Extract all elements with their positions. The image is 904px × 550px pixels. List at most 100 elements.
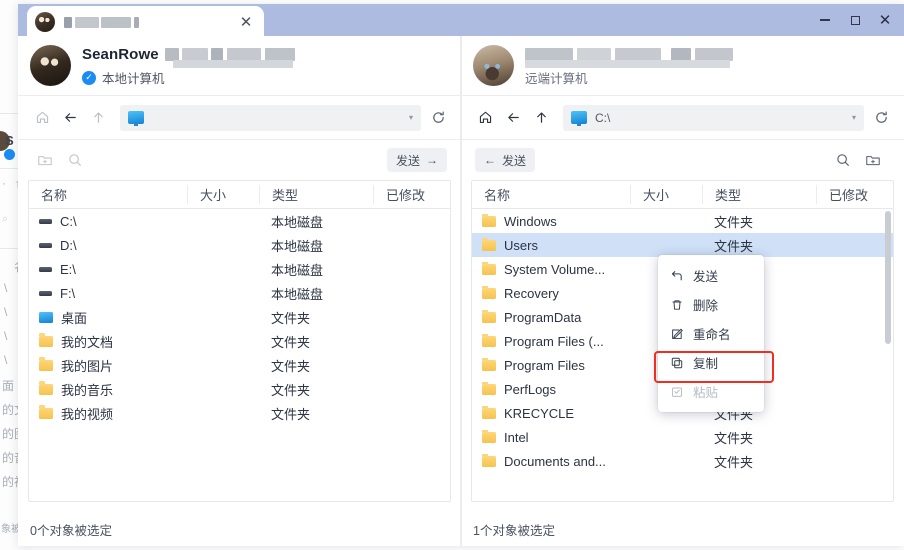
remote-col-modified[interactable]: 已修改	[816, 185, 893, 204]
tab-avatar-icon	[35, 12, 55, 32]
remote-home-icon[interactable]	[473, 106, 497, 130]
remote-status-bar: 1个对象被选定	[473, 523, 555, 538]
panes: SeanRowe ✓ 本地计算机 ▾ 发送 → 名称 大小 类型 已修改 C:\…	[18, 36, 904, 546]
remote-search-icon[interactable]	[830, 147, 856, 173]
cell-type: 文件夹	[271, 358, 311, 374]
local-path-input[interactable]: ▾	[120, 104, 421, 131]
send-to-local-button[interactable]: ← 发送	[475, 148, 536, 172]
folder-icon	[482, 261, 496, 275]
col-type[interactable]: 类型	[259, 185, 373, 204]
table-row[interactable]: Intel 文件夹	[472, 425, 893, 449]
send-to-local-label: 发送	[502, 153, 527, 168]
remote-computer-icon	[571, 111, 587, 126]
up-icon[interactable]	[86, 106, 110, 130]
remote-account-header: 远端计算机	[461, 36, 904, 96]
table-row[interactable]: Windows 文件夹	[472, 209, 893, 233]
table-row[interactable]: 我的音乐 文件夹	[29, 377, 450, 401]
remote-refresh-icon[interactable]	[870, 106, 892, 130]
close-window-button[interactable]: ✕	[870, 4, 900, 36]
home-icon[interactable]	[30, 106, 54, 130]
cell-name: 桌面	[29, 308, 187, 327]
remote-col-name[interactable]: 名称	[472, 185, 630, 204]
file-name: Recovery	[504, 285, 559, 301]
cell-name: KRECYCLE	[472, 405, 630, 421]
cell-name: Program Files (...	[472, 333, 630, 349]
remote-back-icon[interactable]	[501, 106, 525, 130]
menu-item-send[interactable]: 发送	[658, 261, 764, 290]
remote-col-type[interactable]: 类型	[702, 185, 816, 204]
local-table-rows: C:\ 本地磁盘 D:\ 本地磁盘 E:\ 本地磁盘 F:\ 本地磁盘 桌面 文件夹 我的文档 文件夹…	[29, 209, 450, 501]
table-row[interactable]: 我的图片 文件夹	[29, 353, 450, 377]
local-table-header: 名称 大小 类型 已修改	[29, 181, 450, 209]
folder-icon	[482, 381, 496, 395]
remote-scrollbar-thumb[interactable]	[885, 211, 891, 344]
remote-col-size[interactable]: 大小	[630, 185, 702, 204]
new-folder-icon[interactable]	[32, 147, 58, 173]
back-icon[interactable]	[58, 106, 82, 130]
cell-type: 文件夹	[714, 454, 754, 470]
cell-type: 文件夹	[271, 406, 311, 422]
remote-path-input[interactable]: C:\ ▾	[563, 104, 864, 131]
cell-name: F:\	[29, 286, 187, 301]
maximize-button[interactable]	[840, 4, 870, 36]
cell-name: D:\	[29, 238, 187, 253]
folder-icon	[482, 453, 496, 467]
table-row[interactable]: Documents and... 文件夹	[472, 449, 893, 473]
cell-type: 文件夹	[271, 310, 311, 326]
file-name: System Volume...	[504, 261, 606, 277]
col-size[interactable]: 大小	[187, 185, 259, 204]
table-row[interactable]: 我的视频 文件夹	[29, 401, 450, 425]
menu-item-trash[interactable]: 删除	[658, 290, 764, 319]
desktop-icon	[39, 311, 53, 323]
send-to-remote-arrow: →	[426, 153, 438, 167]
trash-icon	[670, 298, 684, 312]
window-tab[interactable]: ✕	[27, 6, 264, 38]
col-modified[interactable]: 已修改	[373, 185, 450, 204]
table-row[interactable]: F:\ 本地磁盘	[29, 281, 450, 305]
search-icon[interactable]	[62, 147, 88, 173]
file-name: Program Files	[504, 357, 585, 373]
menu-item-rename[interactable]: 重命名	[658, 319, 764, 348]
screen: S · ↑ ⌕ 名 \ \ \ \ 面 的文 的图 的音 的视 象被	[0, 0, 904, 550]
table-row[interactable]: C:\ 本地磁盘	[29, 209, 450, 233]
path-dropdown-icon[interactable]: ▾	[409, 113, 413, 122]
drive-icon	[39, 290, 52, 296]
table-row[interactable]: E:\ 本地磁盘	[29, 257, 450, 281]
local-refresh-icon[interactable]	[427, 106, 449, 130]
cell-name: Recovery	[472, 285, 630, 301]
minimize-button[interactable]	[810, 4, 840, 36]
menu-item-label: 粘贴	[693, 386, 719, 400]
col-name[interactable]: 名称	[29, 185, 187, 204]
remote-scrollbar[interactable]	[885, 211, 891, 501]
table-row[interactable]: 桌面 文件夹	[29, 305, 450, 329]
menu-item-copy[interactable]: 复制	[658, 348, 764, 377]
local-address-bar: ▾	[18, 96, 461, 140]
remote-new-folder-icon[interactable]	[860, 147, 886, 173]
cell-type: 文件夹	[714, 214, 754, 230]
send-to-remote-button[interactable]: 发送 →	[386, 148, 447, 172]
cell-name: ProgramData	[472, 309, 630, 325]
menu-item-label: 重命名	[693, 328, 731, 342]
remote-up-icon[interactable]	[529, 106, 553, 130]
cell-type: 文件夹	[271, 382, 311, 398]
local-account-header: SeanRowe ✓ 本地计算机	[18, 36, 461, 96]
file-name: 桌面	[61, 310, 88, 326]
table-row[interactable]: 我的文档 文件夹	[29, 329, 450, 353]
local-toolbar: 发送 →	[18, 140, 461, 180]
file-name: KRECYCLE	[504, 405, 575, 421]
remote-path-dropdown-icon[interactable]: ▾	[852, 113, 856, 122]
table-row[interactable]: Users 文件夹	[472, 233, 893, 257]
folder-icon	[482, 237, 496, 251]
file-name: 我的视频	[61, 406, 114, 422]
table-row[interactable]: D:\ 本地磁盘	[29, 233, 450, 257]
remote-address-bar: C:\ ▾	[461, 96, 904, 140]
remote-table-header: 名称 大小 类型 已修改	[472, 181, 893, 209]
file-transfer-window: ✕ ✕ SeanRowe ✓ 本地计算机 ▾ 发送 → 名称 大小 类型 已修改…	[18, 4, 904, 546]
folder-icon	[482, 357, 496, 371]
file-name: Documents and...	[504, 453, 606, 469]
close-tab-icon[interactable]: ✕	[236, 12, 256, 32]
cell-type: 本地磁盘	[271, 214, 324, 230]
file-name: Users	[504, 237, 538, 253]
menu-item-label: 删除	[693, 299, 719, 313]
local-status-bar: 0个对象被选定	[30, 523, 112, 538]
